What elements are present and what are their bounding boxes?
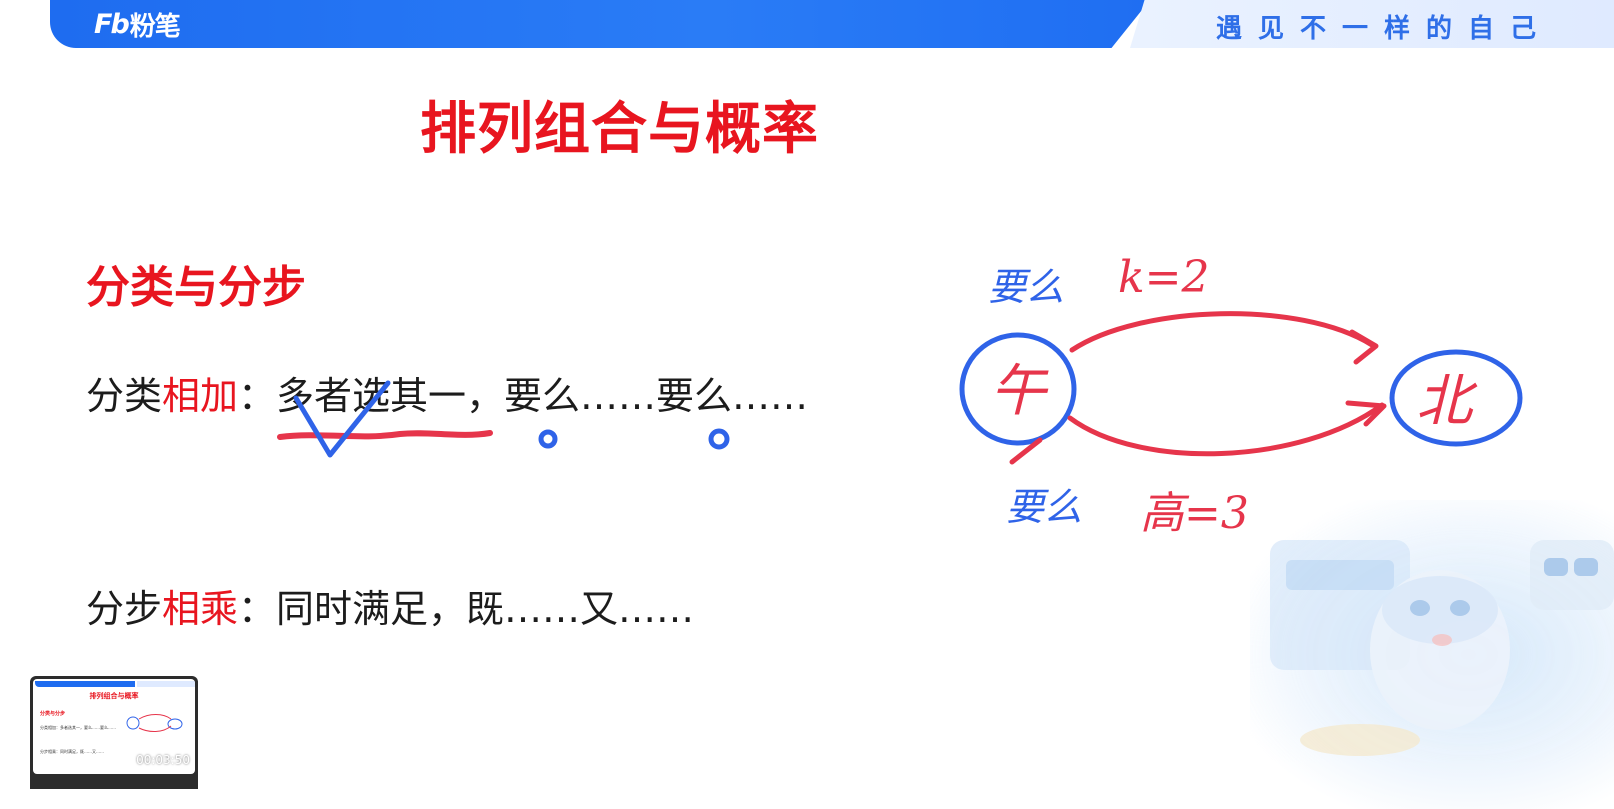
- bottom-arrowhead-icon: [1345, 400, 1387, 427]
- tail-stroke: [1009, 437, 1043, 465]
- logo-mark: Fb: [94, 8, 130, 40]
- header-banner: [50, 0, 1150, 48]
- rule-add-text: ：多者选其一，要么……要么……: [238, 374, 809, 418]
- section-heading: 分类与分步: [86, 262, 306, 313]
- slogan: 遇见不一样的自己: [1215, 14, 1552, 44]
- top-route-label: 要么: [988, 265, 1064, 309]
- rule-add: 分类相加：多者选其一，要么……要么……: [86, 365, 808, 420]
- start-node-label: 午: [990, 359, 1049, 424]
- rule-multiply-keyword: 相乘: [162, 587, 239, 631]
- end-node-circle: [1389, 349, 1523, 447]
- top-route-value: k=2: [1118, 252, 1210, 303]
- bottom-route-value: 高=3: [1140, 488, 1249, 539]
- video-thumbnail[interactable]: 排列组合与概率 分类与分步 分类相加：多者选其一，要么……要么…… 分步相乘：同…: [30, 676, 198, 789]
- rule-add-prefix: 分类: [86, 374, 163, 418]
- end-node-label: 北: [1416, 369, 1478, 434]
- rule-add-keyword: 相加: [162, 374, 239, 418]
- underline-stroke: [277, 430, 493, 440]
- dot-mark-2: [708, 428, 730, 450]
- bottom-route-arrow: [1067, 402, 1385, 457]
- top-route-arrow: [1069, 311, 1375, 353]
- video-timestamp: 00:03:50: [136, 753, 190, 767]
- top-arrowhead-icon: [1349, 329, 1379, 365]
- thumbnail-footer: [30, 775, 198, 789]
- mascot-icon: [1270, 540, 1614, 756]
- bottom-route-label: 要么: [1006, 485, 1082, 529]
- rule-multiply-prefix: 分步: [86, 587, 163, 631]
- brand-logo: Fb 粉笔: [94, 6, 181, 42]
- logo-text: 粉笔: [129, 11, 181, 42]
- start-node-circle: [959, 332, 1077, 446]
- dot-mark-1: [538, 429, 558, 449]
- slide-title: 排列组合与概率: [420, 97, 819, 162]
- rule-multiply-text: ：同时满足，既……又……: [238, 587, 695, 631]
- rule-multiply: 分步相乘：同时满足，既……又……: [86, 578, 694, 633]
- slide-stage: Fb 粉笔 遇见不一样的自己 排列组合与概率 分类与分步 分类相加：多者选其一，…: [0, 0, 1614, 809]
- mascot-image: [1250, 500, 1614, 809]
